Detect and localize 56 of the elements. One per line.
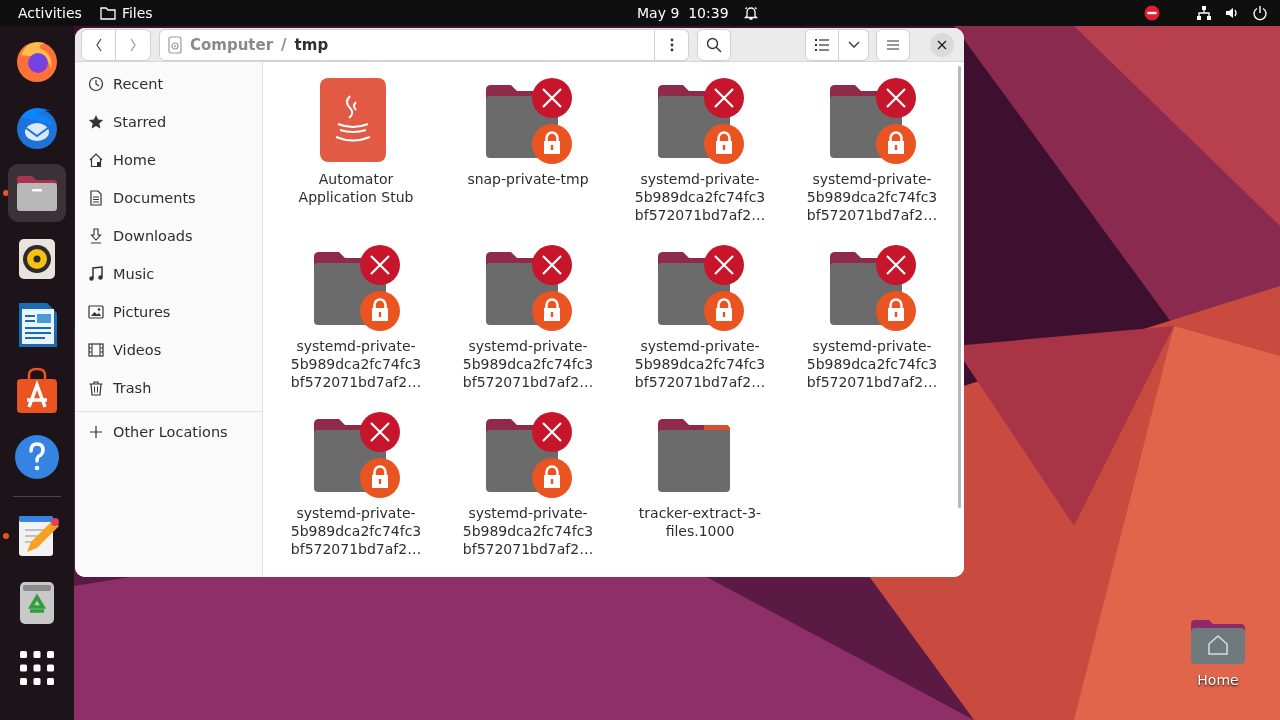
menu-button[interactable] <box>876 28 910 61</box>
file-name[interactable]: systemd-private- 5b989dca2fc74fc3 bf572071bd7af2… <box>290 504 422 558</box>
file-name[interactable]: systemd-private- 5b989dca2fc74fc3 bf572071bd7af2… <box>806 170 938 224</box>
sidebar-item[interactable]: Other Locations <box>75 413 262 451</box>
music-note-icon <box>88 266 104 282</box>
sidebar-item[interactable]: Music <box>75 255 262 293</box>
network-icon[interactable] <box>1196 5 1212 21</box>
file-name[interactable]: Automator Application Stub <box>298 170 414 206</box>
plus-icon <box>88 424 104 440</box>
close-icon <box>937 39 947 50</box>
file-name[interactable]: systemd-private- 5b989dca2fc74fc3 bf572071bd7af2… <box>634 337 766 391</box>
file-name[interactable]: systemd-private- 5b989dca2fc74fc3 bf572071bd7af2… <box>634 170 766 224</box>
forward-icon <box>128 36 138 53</box>
menu-icon <box>887 39 899 50</box>
sidebar-item[interactable]: Starred <box>75 103 262 141</box>
file-name[interactable]: systemd-private- 5b989dca2fc74fc3 bf572071bd7af2… <box>806 337 938 391</box>
folder-icon <box>99 6 116 20</box>
activities-button[interactable]: Activities <box>18 5 82 21</box>
drive-icon <box>168 35 182 54</box>
star-icon <box>88 114 104 130</box>
sidebar-item[interactable]: Trash <box>75 369 262 407</box>
power-icon[interactable] <box>1252 5 1268 21</box>
close-button[interactable] <box>930 32 954 57</box>
search-button[interactable] <box>697 28 731 61</box>
clock-icon <box>88 76 104 92</box>
caret-icon <box>847 40 860 49</box>
sidebar-item[interactable]: Home <box>75 141 262 179</box>
search-icon <box>706 36 722 53</box>
bell-icon[interactable] <box>742 5 759 21</box>
file-name[interactable]: systemd-private- 5b989dca2fc74fc3 bf572071bd7af2… <box>290 337 422 391</box>
list-icon <box>815 38 829 51</box>
more-icon <box>669 37 674 52</box>
app-menu[interactable]: Files <box>99 5 153 21</box>
path-segment[interactable]: tmp <box>294 35 329 54</box>
clock[interactable]: May 9 10:39 <box>637 5 729 21</box>
file-name[interactable]: systemd-private- 5b989dca2fc74fc3 bf572071bd7af2… <box>462 504 594 558</box>
speaker-icon[interactable] <box>1224 5 1240 21</box>
picture-icon <box>88 304 104 320</box>
sidebar-item[interactable]: Documents <box>75 179 262 217</box>
film-icon <box>88 342 104 358</box>
list-view-button[interactable] <box>805 28 839 61</box>
sidebar-item[interactable]: Videos <box>75 331 262 369</box>
file-name[interactable]: systemd-private- 5b989dca2fc74fc3 bf572071bd7af2… <box>462 337 594 391</box>
file-name[interactable]: tracker-extract-3- files.1000 <box>638 504 762 540</box>
trash-icon <box>88 380 104 396</box>
sidebar-item[interactable]: Recent <box>75 65 262 103</box>
document-icon <box>88 190 104 206</box>
path-separator: / <box>281 35 287 54</box>
help-icon[interactable] <box>13 433 61 481</box>
do-not-disturb-icon[interactable] <box>1144 5 1160 21</box>
download-icon <box>88 228 104 244</box>
sidebar-item[interactable]: Pictures <box>75 293 262 331</box>
sidebar-item[interactable]: Downloads <box>75 217 262 255</box>
file-name[interactable]: snap-private-tmp <box>467 170 589 188</box>
scrollbar[interactable] <box>958 66 961 508</box>
home-icon <box>88 152 104 168</box>
